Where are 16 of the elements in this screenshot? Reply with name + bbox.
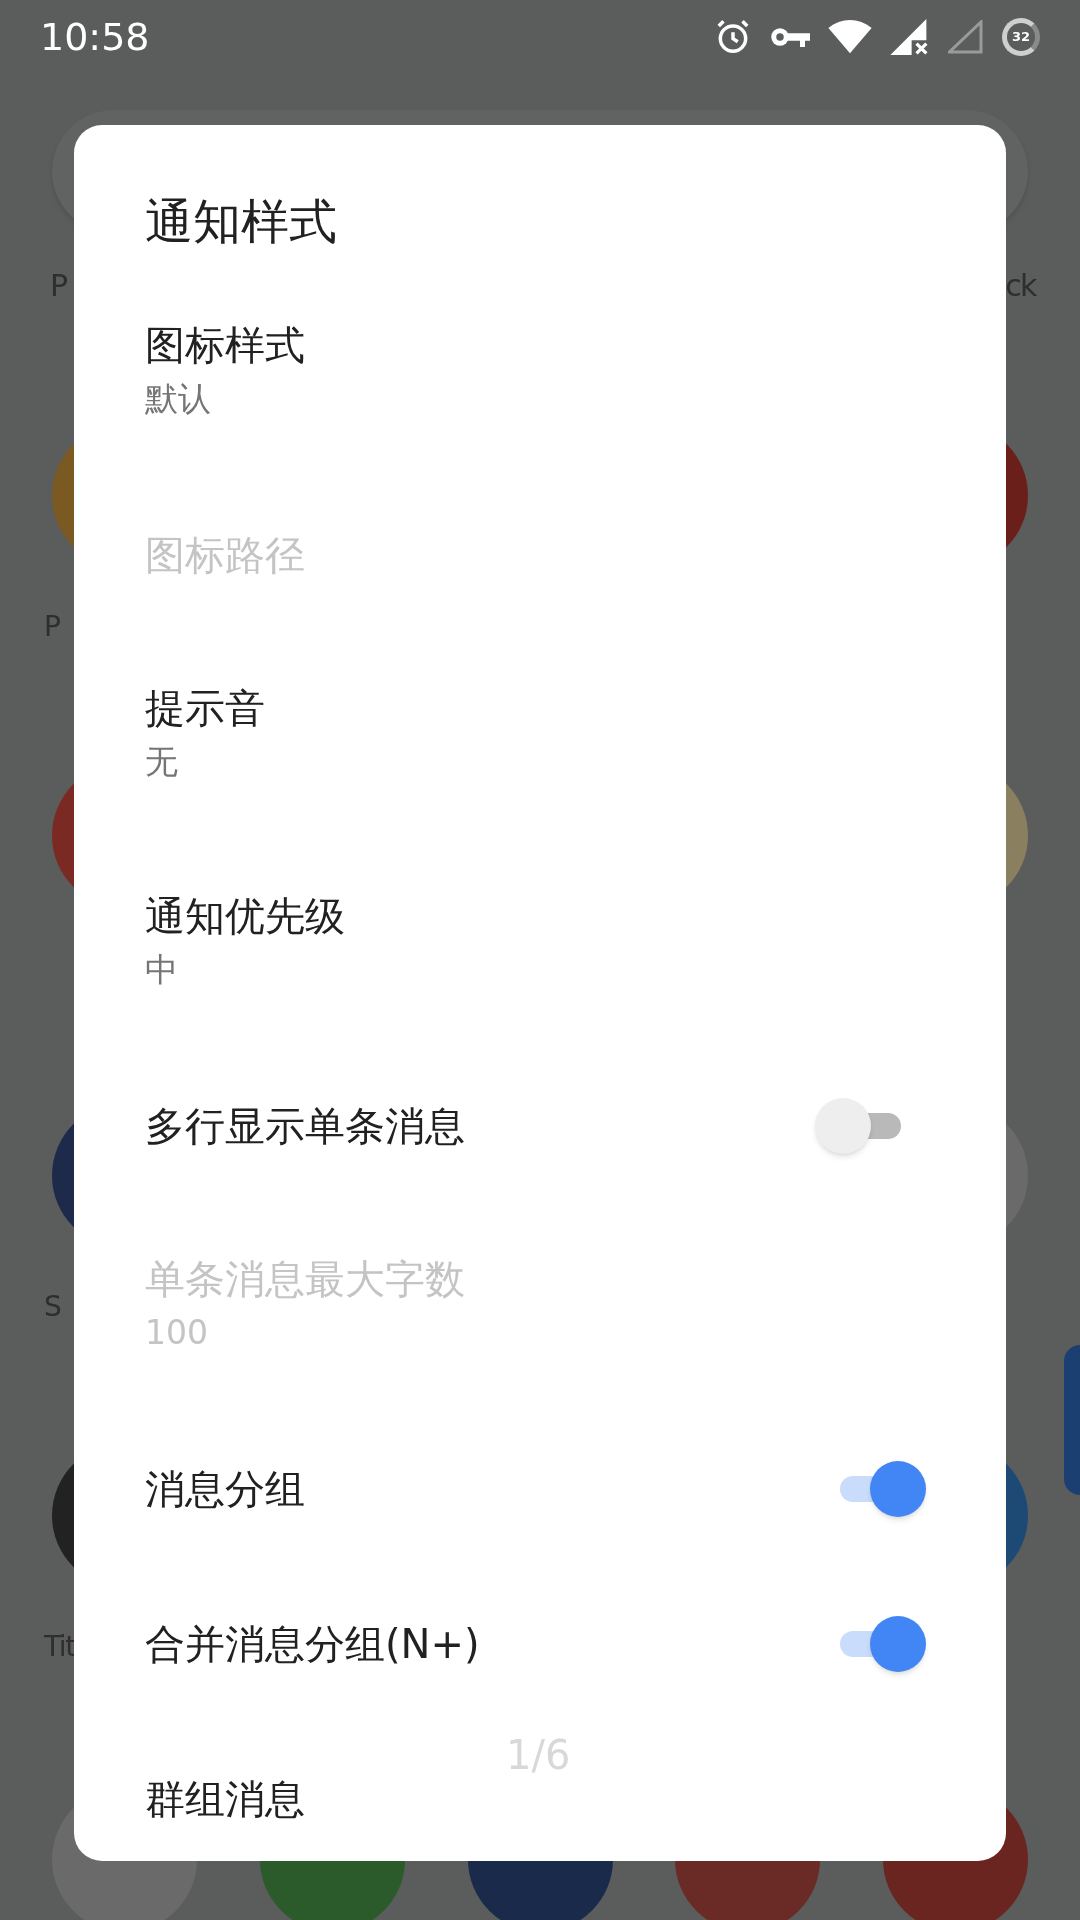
setting-title: 多行显示单条消息 bbox=[145, 1101, 465, 1151]
setting-title: 消息分组 bbox=[145, 1464, 305, 1514]
setting-title: 图标路径 bbox=[145, 530, 305, 580]
setting-title: 提示音 bbox=[145, 684, 265, 733]
setting-summary: 中 bbox=[145, 949, 179, 991]
setting-title: 单条消息最大字数 bbox=[145, 1255, 465, 1304]
battery-indicator: 32 bbox=[1002, 18, 1040, 56]
setting-summary: 无 bbox=[145, 741, 179, 783]
setting-title: 图标样式 bbox=[145, 321, 305, 370]
setting-summary: 100 bbox=[145, 1312, 209, 1354]
setting-title: 群组消息 bbox=[145, 1774, 305, 1824]
setting-title: 通知优先级 bbox=[145, 892, 345, 941]
setting-title: 合并消息分组(N+) bbox=[145, 1619, 480, 1669]
dialog-title: 通知样式 bbox=[145, 192, 337, 251]
status-time: 10:58 bbox=[40, 13, 150, 61]
setting-summary: 默认 bbox=[145, 378, 212, 420]
